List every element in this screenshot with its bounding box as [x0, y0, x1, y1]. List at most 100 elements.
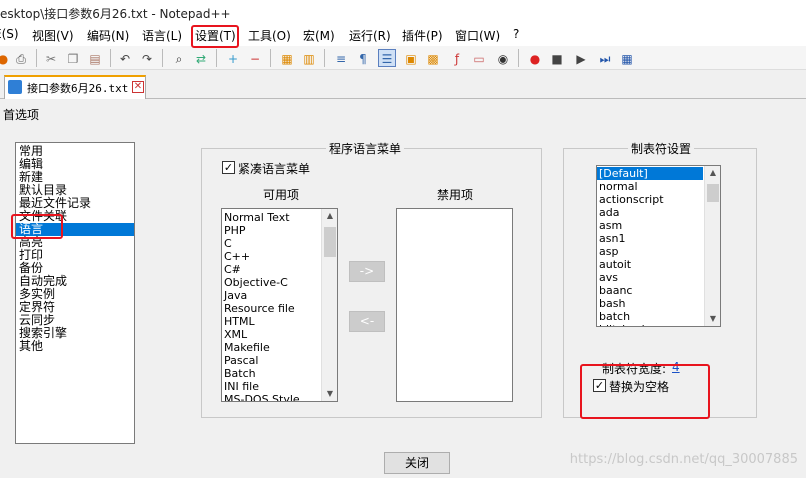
toolbar-separator: [518, 49, 520, 67]
menu-item[interactable]: E(S): [0, 27, 19, 41]
language-list-item[interactable]: XML: [222, 328, 320, 341]
language-list-item[interactable]: Resource file: [222, 302, 320, 315]
tab-language-item[interactable]: actionscript: [597, 193, 703, 206]
dialog-title: 首选项: [3, 108, 40, 122]
language-menu-title: 程序语言菜单: [326, 140, 405, 157]
doc-map-icon[interactable]: ▩: [424, 49, 442, 67]
tab-language-item[interactable]: baanc: [597, 284, 703, 297]
language-list-item[interactable]: Makefile: [222, 341, 320, 354]
tab-language-item[interactable]: batch: [597, 310, 703, 323]
tab-list-scrollbar[interactable]: ▲ ▼: [704, 166, 720, 326]
undo-icon[interactable]: ↶: [116, 49, 134, 67]
sync-vertical-icon[interactable]: ▦: [278, 49, 296, 67]
tab-language-item[interactable]: [Default]: [597, 167, 703, 180]
scroll-down-icon[interactable]: ▼: [322, 387, 337, 401]
move-right-button[interactable]: ->: [349, 261, 385, 282]
menu-item[interactable]: 工具(O): [248, 27, 291, 44]
available-list-scrollbar[interactable]: ▲ ▼: [321, 209, 337, 401]
language-list-item[interactable]: C#: [222, 263, 320, 276]
menu-item[interactable]: 宏(M): [303, 27, 335, 44]
language-list-item[interactable]: INI file: [222, 380, 320, 393]
tab-language-item[interactable]: asm: [597, 219, 703, 232]
find-icon[interactable]: ⌕: [170, 49, 188, 67]
menu-item[interactable]: 视图(V): [32, 27, 74, 44]
tab-settings-title: 制表符设置: [628, 140, 695, 157]
document-tab-bar: 接口参数6月26.txt ✕: [0, 71, 806, 99]
play-macro-icon[interactable]: ▶: [572, 49, 590, 67]
file-save-icon: [8, 80, 22, 94]
language-list-item[interactable]: C++: [222, 250, 320, 263]
toolbar: ● ⎙ ✂ ❐ ▤ ↶ ↷ ⌕ ⇄ + − ▦ ▥ ≡ ¶ ☰ ▣ ▩ ƒ ▭ …: [0, 46, 806, 70]
toolbar-separator: [270, 49, 272, 67]
folder-as-workspace-icon[interactable]: ▭: [470, 49, 488, 67]
window-title: esktop\接口参数6月26.txt - Notepad++: [0, 7, 231, 21]
redo-icon[interactable]: ↷: [138, 49, 156, 67]
tab-settings-language-list[interactable]: blitzbasicbatchbashbaancavsautoitaspasn1…: [596, 165, 721, 327]
title-bar: esktop\接口参数6月26.txt - Notepad++: [0, 0, 806, 24]
scroll-thumb[interactable]: [707, 184, 719, 202]
tab-language-item[interactable]: asn1: [597, 232, 703, 245]
tab-language-item[interactable]: autoit: [597, 258, 703, 271]
sync-horizontal-icon[interactable]: ▥: [300, 49, 318, 67]
zoom-in-icon[interactable]: +: [224, 49, 242, 67]
watermark: https://blog.csdn.net/qq_30007885: [569, 452, 798, 467]
stop-macro-icon[interactable]: ■: [548, 49, 566, 67]
zoom-out-icon[interactable]: −: [246, 49, 264, 67]
annotation-highlight-language-item: [11, 214, 63, 239]
close-tab-icon[interactable]: ✕: [132, 81, 144, 93]
run-macro-multiple-icon[interactable]: ⏭: [596, 49, 614, 67]
print-icon[interactable]: ⎙: [12, 49, 30, 67]
menu-item[interactable]: 插件(P): [402, 27, 443, 44]
document-tab[interactable]: 接口参数6月26.txt ✕: [4, 75, 146, 99]
menu-item[interactable]: 语言(L): [142, 27, 182, 44]
save-macro-icon[interactable]: ▦: [618, 49, 636, 67]
language-list-item[interactable]: Normal Text: [222, 211, 320, 224]
language-list-item[interactable]: Pascal: [222, 354, 320, 367]
toolbar-separator: [110, 49, 112, 67]
language-list-item[interactable]: PHP: [222, 224, 320, 237]
menu-item[interactable]: 编码(N): [87, 27, 129, 44]
scroll-down-icon[interactable]: ▼: [705, 312, 720, 326]
show-all-chars-icon[interactable]: ¶: [354, 49, 372, 67]
language-list-item[interactable]: C: [222, 237, 320, 250]
tab-language-item[interactable]: avs: [597, 271, 703, 284]
language-list-item[interactable]: Java: [222, 289, 320, 302]
compact-language-label: 紧凑语言菜单: [238, 162, 311, 176]
scroll-up-icon[interactable]: ▲: [705, 166, 720, 180]
language-list-item[interactable]: MS-DOS Style: [222, 393, 320, 401]
tab-language-item[interactable]: bash: [597, 297, 703, 310]
copy-icon[interactable]: ❐: [64, 49, 82, 67]
compact-language-checkbox[interactable]: ✓: [222, 161, 235, 174]
tab-language-item[interactable]: blitzbasic: [597, 323, 703, 326]
tab-language-item[interactable]: normal: [597, 180, 703, 193]
tab-language-item[interactable]: asp: [597, 245, 703, 258]
toolbar-separator: [216, 49, 218, 67]
scroll-thumb[interactable]: [324, 227, 336, 257]
close-button[interactable]: 关闭: [384, 452, 450, 474]
disabled-label: 禁用项: [437, 188, 474, 202]
indent-guide-icon[interactable]: ☰: [378, 49, 396, 67]
user-lang-icon[interactable]: ▣: [402, 49, 420, 67]
monitoring-eye-icon[interactable]: ◉: [494, 49, 512, 67]
replace-icon[interactable]: ⇄: [192, 49, 210, 67]
toolbar-separator: [162, 49, 164, 67]
cut-icon[interactable]: ✂: [42, 49, 60, 67]
menu-item[interactable]: ?: [513, 27, 519, 41]
language-list-item[interactable]: Objective-C: [222, 276, 320, 289]
available-languages-list[interactable]: MS-DOS Style INI file Batch Pascal Makefile X…: [221, 208, 338, 402]
move-left-button[interactable]: <-: [349, 311, 385, 332]
word-wrap-icon[interactable]: ≡: [332, 49, 350, 67]
language-list-item[interactable]: HTML: [222, 315, 320, 328]
category-item[interactable]: 其他: [16, 340, 134, 353]
menu-item[interactable]: 窗口(W): [455, 27, 500, 44]
paste-icon[interactable]: ▤: [86, 49, 104, 67]
menu-item[interactable]: 运行(R): [349, 27, 391, 44]
save-icon[interactable]: ●: [0, 49, 12, 67]
function-list-icon[interactable]: ƒ: [448, 49, 466, 67]
disabled-languages-list[interactable]: [396, 208, 513, 402]
scroll-up-icon[interactable]: ▲: [322, 209, 337, 223]
category-list[interactable]: 常用 编辑 新建 默认目录 最近文件记录 文件关联 语言 高亮 打印 备份 自动完成 多实例 定界符 云同…: [15, 142, 135, 444]
tab-language-item[interactable]: ada: [597, 206, 703, 219]
language-list-item[interactable]: Batch: [222, 367, 320, 380]
record-macro-icon[interactable]: ●: [526, 49, 544, 67]
